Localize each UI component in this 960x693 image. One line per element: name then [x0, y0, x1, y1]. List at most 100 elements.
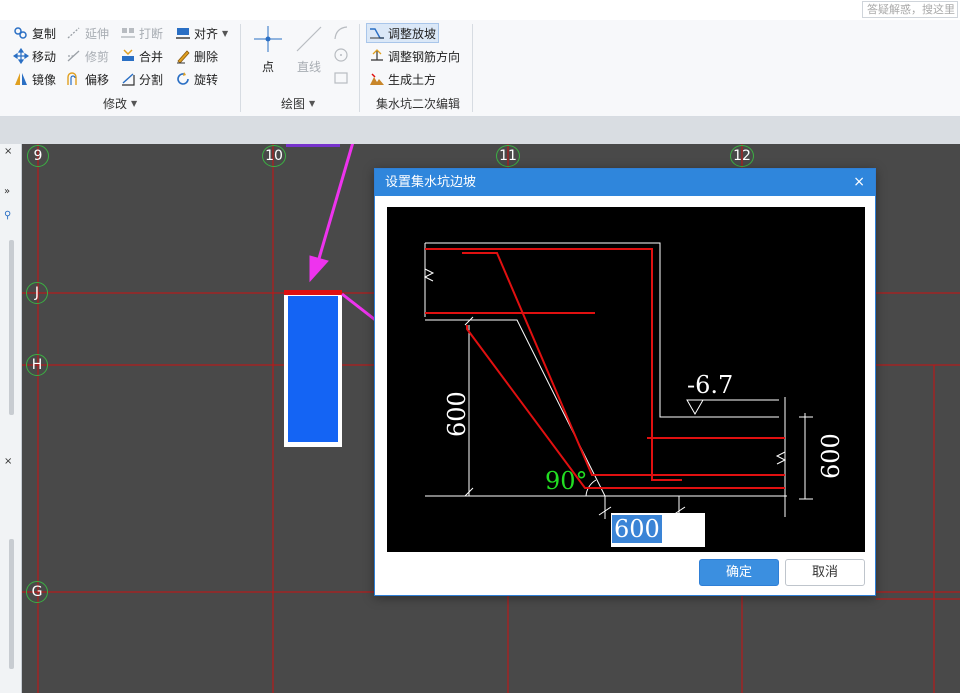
- depth-right-label: 600: [817, 433, 845, 479]
- mirror-icon: [13, 71, 29, 87]
- arc-icon[interactable]: [333, 25, 349, 41]
- circle-icon[interactable]: [333, 47, 349, 63]
- ribbon: 复制 移动 镜像 延伸 修剪 偏移 打断 合并 分割 对齐 ▼ 删除 旋转 修改…: [0, 20, 960, 117]
- scrollbar[interactable]: [9, 240, 14, 415]
- break-symbol-left: [423, 243, 435, 317]
- point-icon: [251, 24, 285, 54]
- elevation-marker: [686, 399, 704, 416]
- line-label: 直线: [296, 60, 321, 74]
- chevron-down-icon: ▼: [131, 99, 138, 108]
- axis-label-h: H: [26, 354, 48, 376]
- search-icon[interactable]: ⚲: [4, 210, 11, 221]
- merge-icon: [120, 48, 136, 64]
- selection-marker: [286, 144, 340, 147]
- dim-tick-right: [799, 416, 813, 500]
- move-button[interactable]: 移动: [13, 46, 56, 66]
- rebar-direction-icon: [369, 48, 385, 64]
- close-icon[interactable]: ×: [4, 456, 12, 467]
- axis-label-11: 11: [496, 145, 520, 167]
- align-label: 对齐: [194, 26, 219, 41]
- axis-label-9: 9: [27, 145, 49, 167]
- depth-left-label: 600: [443, 391, 471, 437]
- move-icon: [13, 48, 29, 64]
- chevron-down-icon[interactable]: ▼: [222, 29, 228, 38]
- break-button[interactable]: 打断: [120, 23, 163, 43]
- ok-button[interactable]: 确定: [699, 559, 779, 586]
- axis-label-j: J: [26, 282, 48, 304]
- expand-icon[interactable]: »: [4, 186, 10, 197]
- close-icon[interactable]: ×: [4, 146, 12, 157]
- scrollbar[interactable]: [9, 539, 14, 669]
- mirror-label: 镜像: [32, 72, 57, 87]
- diagram-graphics: -6.7 600 600 90°: [423, 242, 845, 519]
- selected-edge: [284, 290, 342, 295]
- adjust-slope-label: 调整放坡: [388, 26, 437, 41]
- break-icon: [120, 25, 136, 41]
- left-panel: × » ⚲ ×: [0, 144, 22, 693]
- copy-label: 复制: [32, 26, 57, 41]
- draw-group-title[interactable]: 绘图 ▼: [281, 95, 315, 112]
- rebar-slope-outer: [462, 252, 785, 476]
- point-button[interactable]: 点: [251, 24, 285, 80]
- extend-label: 延伸: [85, 26, 110, 41]
- slope-diagram: -6.7 600 600 90° 600: [387, 207, 865, 552]
- mirror-button[interactable]: 镜像: [13, 69, 56, 89]
- align-button[interactable]: 对齐 ▼: [175, 23, 228, 43]
- trim-button[interactable]: 修剪: [66, 46, 109, 66]
- rectangle-icon[interactable]: [333, 70, 349, 86]
- angle-label: 90°: [545, 467, 588, 495]
- copy-button[interactable]: 复制: [13, 23, 56, 43]
- split-label: 分割: [139, 72, 164, 87]
- break-label: 打断: [139, 26, 164, 41]
- adjust-slope-button[interactable]: 调整放坡: [366, 23, 440, 43]
- trim-label: 修剪: [85, 49, 110, 64]
- axis-label-12: 12: [730, 145, 754, 167]
- copy-icon: [13, 25, 29, 41]
- sump-title-label: 集水坑二次编辑: [376, 97, 461, 111]
- ribbon-group-draw: 点 直线 绘图 ▼: [241, 20, 359, 117]
- split-button[interactable]: 分割: [120, 69, 163, 89]
- sump-group-title: 集水坑二次编辑: [376, 95, 460, 112]
- break-symbol-right: [775, 397, 787, 517]
- eraser-icon: [175, 48, 191, 64]
- rotate-button[interactable]: 旋转: [175, 69, 218, 89]
- outline-slope: [425, 319, 779, 497]
- modify-group-title[interactable]: 修改 ▼: [103, 95, 137, 112]
- top-bar: 答疑解惑，搜这里: [0, 0, 960, 20]
- extend-button[interactable]: 延伸: [66, 23, 109, 43]
- rotate-icon: [175, 71, 191, 87]
- split-icon: [120, 71, 136, 87]
- slope-width-value: 600: [612, 515, 662, 543]
- axis-label-10: 10: [262, 145, 286, 167]
- draw-title-label: 绘图: [281, 97, 306, 111]
- adjust-rebar-label: 调整钢筋方向: [388, 49, 461, 64]
- cancel-button[interactable]: 取消: [785, 559, 865, 586]
- delete-button[interactable]: 删除: [175, 46, 218, 66]
- merge-button[interactable]: 合并: [120, 46, 163, 66]
- slope-width-input[interactable]: 600: [611, 513, 705, 547]
- sump-pit: [288, 296, 338, 442]
- dialog-titlebar[interactable]: 设置集水坑边坡 ×: [375, 169, 875, 196]
- trim-icon: [66, 48, 82, 64]
- generate-earthwork-button[interactable]: 生成土方: [369, 69, 436, 89]
- line-button[interactable]: 直线: [291, 24, 327, 80]
- extend-icon: [66, 25, 82, 41]
- offset-button[interactable]: 偏移: [66, 69, 109, 89]
- earthwork-icon: [369, 71, 385, 87]
- ribbon-group-modify: 复制 移动 镜像 延伸 修剪 偏移 打断 合并 分割 对齐 ▼ 删除 旋转 修改…: [0, 20, 240, 117]
- annotation-arrow-to-pit: [316, 144, 355, 263]
- line-icon: [291, 24, 327, 54]
- group-divider: [472, 24, 473, 112]
- close-icon[interactable]: ×: [853, 169, 865, 196]
- delete-label: 删除: [194, 49, 219, 64]
- move-label: 移动: [32, 49, 57, 64]
- slope-icon: [369, 25, 385, 41]
- search-input[interactable]: 答疑解惑，搜这里: [862, 1, 958, 18]
- generate-earthwork-label: 生成土方: [388, 72, 437, 87]
- chevron-down-icon: ▼: [309, 99, 316, 108]
- offset-label: 偏移: [85, 72, 110, 87]
- elevation-label: -6.7: [687, 371, 733, 399]
- adjust-rebar-button[interactable]: 调整钢筋方向: [369, 46, 460, 66]
- merge-label: 合并: [139, 49, 164, 64]
- modify-title-label: 修改: [103, 97, 128, 111]
